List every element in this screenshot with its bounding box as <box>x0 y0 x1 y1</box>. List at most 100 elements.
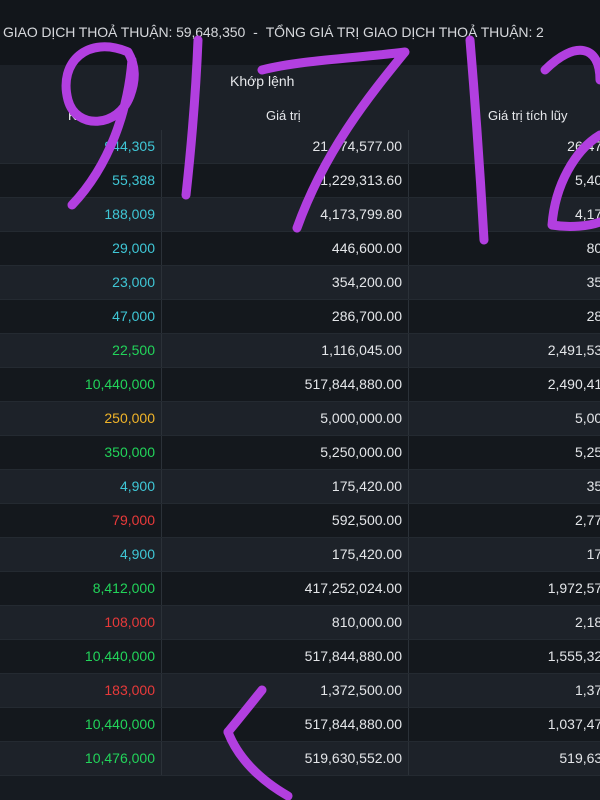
column-divider <box>408 572 409 605</box>
table-row[interactable]: 10,440,000 517,844,880.00 2,490,417 <box>0 368 600 402</box>
value-cell: 1,116,045.00 <box>321 342 402 358</box>
table-row[interactable]: 22,500 1,116,045.00 2,491,533 <box>0 334 600 368</box>
column-divider <box>408 504 409 537</box>
volume-cell: 29,000 <box>112 240 155 256</box>
table-row[interactable]: 350,000 5,250,000.00 5,250 <box>0 436 600 470</box>
column-divider <box>408 470 409 503</box>
accumulated-value-cell: 800 <box>586 240 600 256</box>
table-row[interactable]: 10,440,000 517,844,880.00 1,037,475 <box>0 708 600 742</box>
value-cell: 810,000.00 <box>331 614 402 630</box>
column-header-volume[interactable]: KL <box>68 108 84 123</box>
column-header-accumulated-value[interactable]: Giá trị tích lũy <box>488 108 567 123</box>
column-divider <box>408 674 409 707</box>
table-row[interactable]: 23,000 354,200.00 354 <box>0 266 600 300</box>
value-cell: 446,600.00 <box>331 240 402 256</box>
column-header-value[interactable]: Giá trị <box>266 108 301 123</box>
column-divider <box>408 198 409 231</box>
column-divider <box>408 436 409 469</box>
volume-cell: 47,000 <box>112 308 155 324</box>
table-row[interactable]: 183,000 1,372,500.00 1,372 <box>0 674 600 708</box>
volume-cell: 10,476,000 <box>84 750 155 766</box>
table-column-headers: KL Giá trị Giá trị tích lũy <box>0 100 600 131</box>
value-cell: 1,372,500.00 <box>320 682 402 698</box>
column-divider <box>408 164 409 197</box>
negotiated-volume-text: GIAO DỊCH THOẢ THUẬN: 59,648,350 <box>3 24 246 40</box>
value-cell: 1,229,313.60 <box>320 172 402 188</box>
volume-cell: 79,000 <box>112 512 155 528</box>
accumulated-value-cell: 519,630 <box>559 750 600 766</box>
negotiated-deals-summary: GIAO DỊCH THOẢ THUẬN: 59,648,350- TỔNG GI… <box>3 24 544 40</box>
volume-cell: 4,900 <box>119 546 155 562</box>
value-cell: 5,250,000.00 <box>320 444 402 460</box>
column-divider <box>408 368 409 401</box>
volume-cell: 8,412,000 <box>92 580 155 596</box>
table-row[interactable]: 79,000 592,500.00 2,775 <box>0 504 600 538</box>
value-cell: 175,420.00 <box>331 478 402 494</box>
table-row[interactable]: 10,440,000 517,844,880.00 1,555,320 <box>0 640 600 674</box>
summary-separator: - <box>253 24 258 40</box>
accumulated-value-cell: 5,403 <box>574 172 600 188</box>
accumulated-value-cell: 175 <box>586 546 600 562</box>
accumulated-value-cell: 2,490,417 <box>547 376 600 392</box>
value-cell: 286,700.00 <box>331 308 402 324</box>
volume-cell: 4,900 <box>119 478 155 494</box>
accumulated-value-cell: 350 <box>586 478 600 494</box>
accumulated-value-cell: 2,491,533 <box>547 342 600 358</box>
column-divider <box>408 130 409 163</box>
accumulated-value-cell: 5,250 <box>574 444 600 460</box>
volume-cell: 10,440,000 <box>84 376 155 392</box>
table-row[interactable]: 250,000 5,000,000.00 5,000 <box>0 402 600 436</box>
value-cell: 4,173,799.80 <box>320 206 402 222</box>
volume-cell: 350,000 <box>104 444 155 460</box>
volume-cell: 10,440,000 <box>84 716 155 732</box>
value-cell: 519,630,552.00 <box>304 750 402 766</box>
table-row[interactable]: 10,476,000 519,630,552.00 519,630 <box>0 742 600 776</box>
volume-cell: 108,000 <box>104 614 155 630</box>
accumulated-value-cell: 26,477 <box>567 138 600 154</box>
value-cell: 354,200.00 <box>331 274 402 290</box>
volume-cell: 944,305 <box>104 138 155 154</box>
column-divider <box>408 334 409 367</box>
stock-trading-screen: GIAO DỊCH THOẢ THUẬN: 59,648,350- TỔNG GI… <box>0 0 600 800</box>
value-cell: 592,500.00 <box>331 512 402 528</box>
table-row[interactable]: 47,000 286,700.00 286 <box>0 300 600 334</box>
volume-cell: 22,500 <box>112 342 155 358</box>
table-row[interactable]: 108,000 810,000.00 2,182 <box>0 606 600 640</box>
volume-cell: 55,388 <box>112 172 155 188</box>
accumulated-value-cell: 4,173 <box>574 206 600 222</box>
column-divider <box>408 266 409 299</box>
negotiated-value-text: TỔNG GIÁ TRỊ GIAO DỊCH THOẢ THUẬN: 2 <box>265 24 544 40</box>
volume-cell: 23,000 <box>112 274 155 290</box>
value-cell: 517,844,880.00 <box>304 648 402 664</box>
table-row[interactable]: 55,388 1,229,313.60 5,403 <box>0 164 600 198</box>
column-divider <box>408 232 409 265</box>
table-row[interactable]: 188,009 4,173,799.80 4,173 <box>0 198 600 232</box>
table-row[interactable]: 4,900 175,420.00 350 <box>0 470 600 504</box>
value-cell: 417,252,024.00 <box>304 580 402 596</box>
matched-orders-group-header: Khớp lệnh <box>0 65 600 101</box>
table-row[interactable]: 29,000 446,600.00 800 <box>0 232 600 266</box>
accumulated-value-cell: 286 <box>586 308 600 324</box>
column-divider <box>408 538 409 571</box>
column-divider <box>408 640 409 673</box>
column-divider <box>408 606 409 639</box>
volume-cell: 188,009 <box>104 206 155 222</box>
value-cell: 175,420.00 <box>331 546 402 562</box>
value-cell: 5,000,000.00 <box>320 410 402 426</box>
column-divider <box>408 300 409 333</box>
accumulated-value-cell: 1,555,320 <box>547 648 600 664</box>
accumulated-value-cell: 1,372 <box>574 682 600 698</box>
volume-cell: 10,440,000 <box>84 648 155 664</box>
negotiated-deals-summary-bar: GIAO DỊCH THOẢ THUẬN: 59,648,350- TỔNG GI… <box>0 0 600 66</box>
accumulated-value-cell: 2,182 <box>574 614 600 630</box>
value-cell: 21,074,577.00 <box>312 138 402 154</box>
table-row[interactable]: 8,412,000 417,252,024.00 1,972,572 <box>0 572 600 606</box>
volume-cell: 183,000 <box>104 682 155 698</box>
accumulated-value-cell: 1,037,475 <box>547 716 600 732</box>
column-divider <box>408 708 409 741</box>
table-row[interactable]: 4,900 175,420.00 175 <box>0 538 600 572</box>
accumulated-value-cell: 2,775 <box>574 512 600 528</box>
table-row[interactable]: 944,305 21,074,577.00 26,477 <box>0 130 600 164</box>
matched-orders-table-body: 944,305 21,074,577.00 26,477 55,388 1,229,31… <box>0 130 600 776</box>
column-divider <box>408 402 409 435</box>
